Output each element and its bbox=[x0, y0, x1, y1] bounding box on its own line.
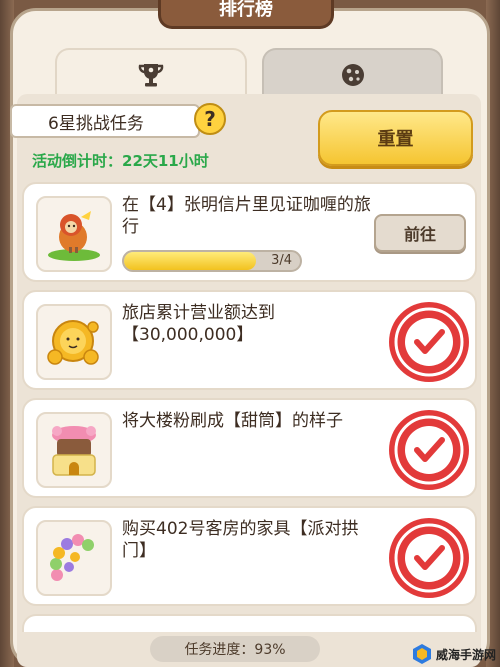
help-button[interactable]: ? bbox=[194, 103, 226, 135]
tab-cookie[interactable] bbox=[262, 48, 443, 100]
task-card-4: 购买402号客房的家具【派对拱门】 bbox=[22, 506, 477, 606]
progress-fill bbox=[124, 252, 256, 270]
go-button[interactable]: 前往 bbox=[374, 214, 466, 252]
tab-trophy[interactable] bbox=[55, 48, 247, 100]
task-title: 6星挑战任务 bbox=[10, 104, 200, 138]
completed-stamp-icon bbox=[387, 300, 471, 384]
task-card-1: 在【4】张明信片里见证咖喱的旅行 前往 3/4 bbox=[22, 182, 477, 282]
watermark: 威海手游网 bbox=[411, 643, 496, 665]
countdown-text: 活动倒计时：22天11小时 bbox=[32, 152, 209, 170]
gold-coins-icon bbox=[36, 304, 112, 380]
cone-building-icon bbox=[36, 412, 112, 488]
task-card-3: 将大楼粉刷成【甜筒】的样子 bbox=[22, 398, 477, 498]
completed-stamp-icon bbox=[387, 516, 471, 600]
task-card-partial bbox=[22, 614, 477, 632]
task-card-2: 旅店累计营业额达到【30,000,000】 bbox=[22, 290, 477, 390]
completed-stamp-icon bbox=[387, 408, 471, 492]
question-icon: ? bbox=[204, 107, 216, 131]
task-text: 旅店累计营业额达到【30,000,000】 bbox=[122, 303, 275, 345]
trophy-icon bbox=[138, 64, 164, 87]
balloon-arch-icon bbox=[36, 520, 112, 596]
task-text: 将大楼粉刷成【甜筒】的样子 bbox=[122, 411, 343, 431]
cookie-icon bbox=[341, 64, 364, 86]
task-progress-label: 任务进度：93% bbox=[150, 636, 320, 662]
task-text: 在【4】张明信片里见证咖喱的旅行 bbox=[122, 195, 371, 237]
progress-text: 3/4 bbox=[271, 253, 292, 268]
chicken-hero-icon bbox=[36, 196, 112, 272]
task-text: 购买402号客房的家具【派对拱门】 bbox=[122, 519, 359, 561]
window-title: 排行榜 bbox=[158, 0, 334, 29]
watermark-logo-icon bbox=[412, 644, 431, 664]
reset-button[interactable]: 重置 bbox=[318, 110, 473, 166]
task-progress-bar: 3/4 bbox=[122, 250, 302, 272]
watermark-text: 威海手游网 bbox=[435, 647, 496, 662]
